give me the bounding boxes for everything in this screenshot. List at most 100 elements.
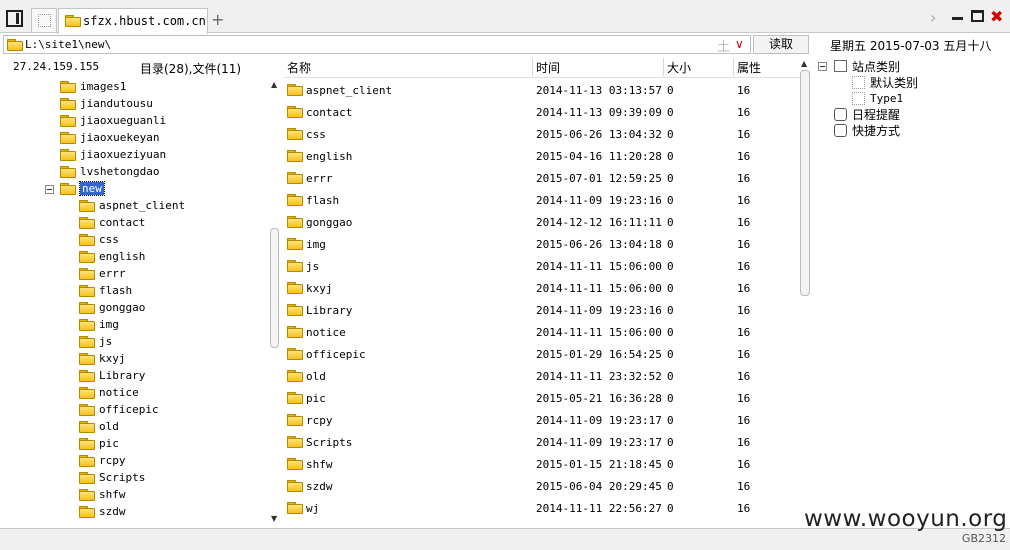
file-size: 0 xyxy=(667,172,674,185)
file-size: 0 xyxy=(667,458,674,471)
folder-icon xyxy=(79,404,95,416)
file-name: shfw xyxy=(306,458,333,471)
tree-item-label[interactable]: notice xyxy=(99,386,139,399)
tree-item-label[interactable]: officepic xyxy=(99,403,159,416)
file-attr: 16 xyxy=(737,304,751,317)
bookmark-icon[interactable]: 土 xyxy=(717,36,730,55)
type1-category[interactable]: Type1 xyxy=(870,92,903,105)
tree-item-label[interactable]: aspnet_client xyxy=(99,199,185,212)
tab-blank[interactable] xyxy=(31,8,57,32)
default-category[interactable]: 默认类别 xyxy=(870,74,918,91)
add-tab-icon[interactable]: + xyxy=(211,10,224,29)
folder-icon xyxy=(79,268,95,280)
table-row[interactable]: shfw 2015-01-15 21:18:45 0 16 xyxy=(283,453,798,475)
read-button[interactable]: 读取 xyxy=(753,35,809,54)
file-attr: 16 xyxy=(737,326,751,339)
scroll-thumb[interactable] xyxy=(270,228,279,348)
column-name[interactable]: 名称 xyxy=(287,59,311,76)
tree-item-label[interactable]: Library xyxy=(99,369,145,382)
minimize-icon[interactable] xyxy=(952,17,963,20)
scroll-up-icon[interactable]: ▲ xyxy=(801,59,807,68)
folder-icon xyxy=(287,480,303,492)
column-attr[interactable]: 属性 xyxy=(737,59,761,76)
table-row[interactable]: rcpy 2014-11-09 19:23:17 0 16 xyxy=(283,409,798,431)
scroll-down-icon[interactable]: ▼ xyxy=(271,514,277,523)
table-row[interactable]: old 2014-11-11 23:32:52 0 16 xyxy=(283,365,798,387)
table-row[interactable]: img 2015-06-26 13:04:18 0 16 xyxy=(283,233,798,255)
tree-item-label[interactable]: old xyxy=(99,420,119,433)
file-name: szdw xyxy=(306,480,333,493)
table-row[interactable]: gonggao 2014-12-12 16:11:11 0 16 xyxy=(283,211,798,233)
tree-item-label[interactable]: shfw xyxy=(99,488,126,501)
tree-item-label[interactable]: szdw xyxy=(99,505,126,518)
chevron-right-icon[interactable]: › xyxy=(930,8,936,27)
site-category[interactable]: 站点类别 xyxy=(852,58,900,75)
shortcut[interactable]: 快捷方式 xyxy=(852,122,900,139)
table-row[interactable]: css 2015-06-26 13:04:32 0 16 xyxy=(283,123,798,145)
column-divider[interactable] xyxy=(733,58,734,76)
tree-item-label[interactable]: gonggao xyxy=(99,301,145,314)
column-divider[interactable] xyxy=(532,58,533,76)
collapse-icon[interactable] xyxy=(818,62,827,71)
tree-item-label[interactable]: new xyxy=(79,181,105,196)
panel-toggle-icon[interactable] xyxy=(6,10,23,27)
chevron-down-icon[interactable]: ∨ xyxy=(735,37,744,51)
tree-item-label[interactable]: rcpy xyxy=(99,454,126,467)
file-attr: 16 xyxy=(737,414,751,427)
tree-scrollbar[interactable]: ▲ ▼ xyxy=(270,78,280,524)
table-row[interactable]: aspnet_client 2014-11-13 03:13:57 0 16 xyxy=(283,79,798,101)
tree-item-label[interactable]: jiaoxueguanli xyxy=(80,114,166,127)
table-row[interactable]: szdw 2015-06-04 20:29:45 0 16 xyxy=(283,475,798,497)
tree-item-label[interactable]: flash xyxy=(99,284,132,297)
column-size[interactable]: 大小 xyxy=(667,59,691,76)
tree-item-label[interactable]: images1 xyxy=(80,80,126,93)
tab-site[interactable]: sfzx.hbust.com.cn xyxy=(58,8,208,34)
column-divider[interactable] xyxy=(663,58,664,76)
tree-item-label[interactable]: kxyj xyxy=(99,352,126,365)
maximize-icon[interactable] xyxy=(971,10,984,22)
table-row[interactable]: pic 2015-05-21 16:36:28 0 16 xyxy=(283,387,798,409)
tree-item-label[interactable]: js xyxy=(99,335,112,348)
tree-item-label[interactable]: errr xyxy=(99,267,126,280)
file-time: 2015-05-21 16:36:28 xyxy=(536,392,662,405)
file-attr: 16 xyxy=(737,502,751,515)
file-name: Library xyxy=(306,304,353,317)
table-row[interactable]: contact 2014-11-13 09:39:09 0 16 xyxy=(283,101,798,123)
schedule-reminder[interactable]: 日程提醒 xyxy=(852,106,900,123)
table-row[interactable]: Scripts 2014-11-09 19:23:17 0 16 xyxy=(283,431,798,453)
table-row[interactable]: wj 2014-11-11 22:56:27 0 16 xyxy=(283,497,798,519)
list-scrollbar[interactable]: ▲ xyxy=(799,56,811,524)
table-row[interactable]: flash 2014-11-09 19:23:16 0 16 xyxy=(283,189,798,211)
collapse-icon[interactable] xyxy=(45,185,54,194)
file-list[interactable]: aspnet_client 2014-11-13 03:13:57 0 16 conta… xyxy=(283,79,798,519)
address-path[interactable]: L:\site1\new\ xyxy=(25,38,111,51)
tree-item-label[interactable]: english xyxy=(99,250,145,263)
tree-item-label[interactable]: img xyxy=(99,318,119,331)
table-row[interactable]: officepic 2015-01-29 16:54:25 0 16 xyxy=(283,343,798,365)
address-bar[interactable]: L:\site1\new\ 土 ∨ xyxy=(3,35,751,55)
directory-tree[interactable]: images1 jiandutousu jiaoxueguanli jiaoxueke… xyxy=(0,78,282,524)
tree-item-label[interactable]: contact xyxy=(99,216,145,229)
column-time[interactable]: 时间 xyxy=(536,59,560,76)
table-row[interactable]: js 2014-11-11 15:06:00 0 16 xyxy=(283,255,798,277)
tree-item-label[interactable]: jiandutousu xyxy=(80,97,153,110)
tree-item-label[interactable]: css xyxy=(99,233,119,246)
table-row[interactable]: english 2015-04-16 11:20:28 0 16 xyxy=(283,145,798,167)
tree-item-label[interactable]: jiaoxueziyuan xyxy=(80,148,166,161)
file-list-header: 名称 时间 大小 属性 xyxy=(283,56,811,78)
scroll-thumb[interactable] xyxy=(800,70,810,296)
file-time: 2015-01-29 16:54:25 xyxy=(536,348,662,361)
table-row[interactable]: Library 2014-11-09 19:23:16 0 16 xyxy=(283,299,798,321)
tree-item-label[interactable]: lvshetongdao xyxy=(80,165,159,178)
server-ip: 27.24.159.155 xyxy=(13,60,100,73)
tree-item-label[interactable]: Scripts xyxy=(99,471,145,484)
tree-item-label[interactable]: pic xyxy=(99,437,119,450)
table-row[interactable]: kxyj 2014-11-11 15:06:00 0 16 xyxy=(283,277,798,299)
scroll-up-icon[interactable]: ▲ xyxy=(271,80,277,89)
file-time: 2014-11-09 19:23:16 xyxy=(536,304,662,317)
tree-item-label[interactable]: jiaoxuekeyan xyxy=(80,131,159,144)
close-icon[interactable]: ✖ xyxy=(990,7,1003,26)
table-row[interactable]: errr 2015-07-01 12:59:25 0 16 xyxy=(283,167,798,189)
file-size: 0 xyxy=(667,304,674,317)
table-row[interactable]: notice 2014-11-11 15:06:00 0 16 xyxy=(283,321,798,343)
